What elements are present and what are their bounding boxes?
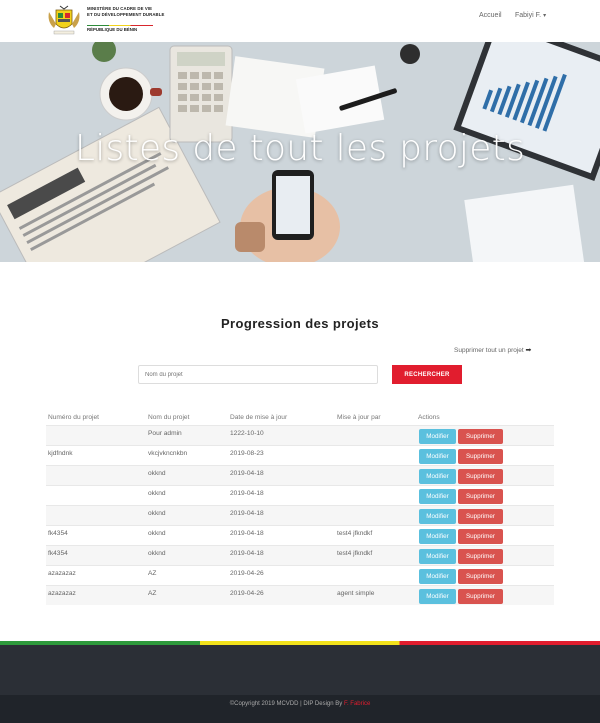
delete-button[interactable]: Supprimer [458,489,503,504]
projects-table: Numéro du projet Nom du projet Date de m… [46,410,554,605]
delete-button[interactable]: Supprimer [458,509,503,524]
cell-project-name: okknd [148,530,166,537]
cell-project-name: okknd [148,550,166,557]
edit-button[interactable]: Modifier [419,509,456,524]
caret-down-icon: ▾ [543,13,547,19]
table-header: Numéro du projet Nom du projet Date de m… [46,410,554,425]
flag-color-line [87,24,153,26]
cell-project-name: okknd [148,510,166,517]
cell-updated-by: test4 jfkndkf [337,530,373,537]
table-row: fk4354 okknd 2019-04-18 test4 jfkndkf Mo… [46,525,554,545]
cell-update-date: 2019-04-26 [230,570,264,577]
edit-button[interactable]: Modifier [419,549,456,564]
cell-project-name: Pour admin [148,430,182,437]
cell-project-number: fk4354 [48,550,68,557]
delete-all-label: Supprimer tout un projet [454,347,524,354]
cell-update-date: 2019-04-18 [230,550,264,557]
delete-button[interactable]: Supprimer [458,569,503,584]
header-actions: Actions [418,414,440,421]
search-button[interactable]: RECHERCHER [392,365,462,384]
benin-coat-of-arms-logo[interactable] [46,4,82,36]
cell-update-date: 1222-10-10 [230,430,264,437]
cell-update-date: 2019-08-23 [230,450,264,457]
delete-button[interactable]: Supprimer [458,429,503,444]
edit-button[interactable]: Modifier [419,429,456,444]
edit-button[interactable]: Modifier [419,589,456,604]
header-updated-by: Mise à jour par [337,414,381,421]
table-row: Pour admin 1222-10-10 Modifier Supprimer [46,425,554,445]
table-row: okknd 2019-04-18 Modifier Supprimer [46,485,554,505]
delete-all-projects-link[interactable]: Supprimer tout un projet ➡ [454,346,531,354]
edit-button[interactable]: Modifier [419,469,456,484]
edit-button[interactable]: Modifier [419,569,456,584]
project-search-input[interactable] [138,365,378,384]
cell-project-name: okknd [148,470,166,477]
copyright-text: ©Copyright 2019 MCVDD | DIP Design By F.… [229,701,371,707]
delete-button[interactable]: Supprimer [458,469,503,484]
republic-name: RÉPUBLIQUE DU BÉNIN [87,27,138,32]
nav-user-dropdown[interactable]: Fabiyi F. ▾ [515,12,546,19]
delete-button[interactable]: Supprimer [458,449,503,464]
hero-banner: Listes de tout les projets [0,42,600,262]
edit-button[interactable]: Modifier [419,449,456,464]
delete-button[interactable]: Supprimer [458,589,503,604]
header-project-number: Numéro du projet [48,414,99,421]
nav-home-link[interactable]: Accueil [479,12,502,19]
top-navbar: MINISTÈRE DU CADRE DE VIE ET DU DÉVELOPP… [0,0,600,42]
table-row: okknd 2019-04-18 Modifier Supprimer [46,505,554,525]
cell-update-date: 2019-04-18 [230,510,264,517]
table-row: okknd 2019-04-18 Modifier Supprimer [46,465,554,485]
footer [0,645,600,695]
cell-update-date: 2019-04-26 [230,590,264,597]
cell-project-name: vkcjvkncnkbn [148,450,188,457]
cell-project-number: azazazaz [48,590,76,597]
header-update-date: Date de mise à jour [230,414,288,421]
table-row: kjdfndnk vkcjvkncnkbn 2019-08-23 Modifie… [46,445,554,465]
cell-updated-by: test4 jfkndkf [337,550,373,557]
cell-project-number: fk4354 [48,530,68,537]
delete-button[interactable]: Supprimer [458,529,503,544]
arrow-right-icon: ➡ [525,347,532,354]
cell-update-date: 2019-04-18 [230,470,264,477]
designer-link[interactable]: F. Fabrice [344,701,370,707]
delete-button[interactable]: Supprimer [458,549,503,564]
footer-bottom-bar [0,695,600,723]
cell-update-date: 2019-04-18 [230,530,264,537]
user-name: Fabiyi F. [515,12,542,19]
section-title: Progression des projets [220,316,380,331]
edit-button[interactable]: Modifier [419,529,456,544]
cell-project-name: okknd [148,490,166,497]
edit-button[interactable]: Modifier [419,489,456,504]
table-row: azazazaz AZ 2019-04-26 agent simple Modi… [46,585,554,605]
cell-project-number: azazazaz [48,570,76,577]
cell-updated-by: agent simple [337,590,375,597]
cell-project-name: AZ [148,570,157,577]
header-project-name: Nom du projet [148,414,190,421]
ministry-name: MINISTÈRE DU CADRE DE VIE ET DU DÉVELOPP… [87,6,165,17]
hero-title: Listes de tout les projets [74,128,526,169]
table-row: azazazaz AZ 2019-04-26 Modifier Supprime… [46,565,554,585]
table-row: fk4354 okknd 2019-04-18 test4 jfkndkf Mo… [46,545,554,565]
cell-update-date: 2019-04-18 [230,490,264,497]
cell-project-number: kjdfndnk [48,450,73,457]
cell-project-name: AZ [148,590,157,597]
